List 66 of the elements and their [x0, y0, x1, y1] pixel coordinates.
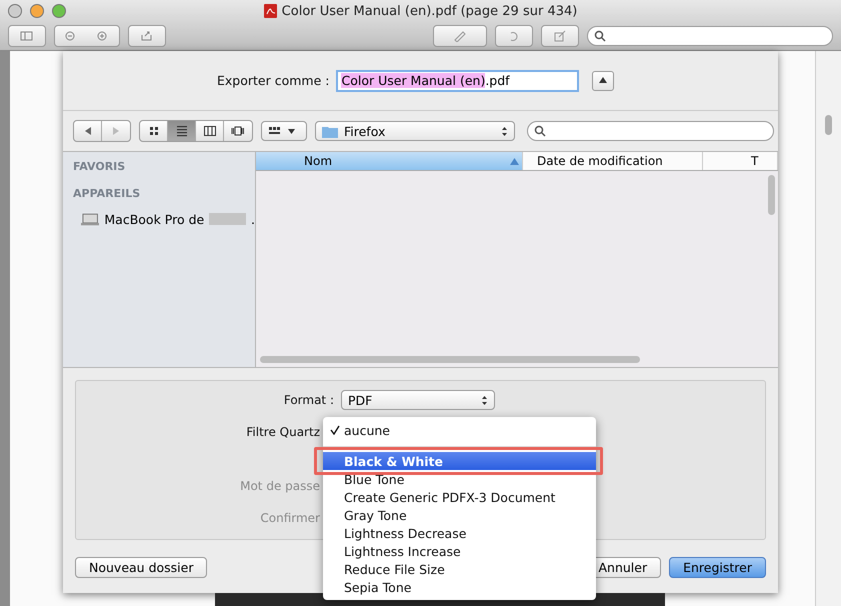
disclosure-button[interactable]	[592, 70, 614, 90]
quartz-filter-label: Filtre Quartz	[246, 424, 320, 441]
pen-icon	[453, 30, 467, 42]
sidebar-item[interactable]: MacBook Pro de	[104, 212, 204, 226]
dialog-button[interactable]: Enregistrer	[669, 557, 766, 578]
close-button[interactable]	[8, 4, 22, 18]
menu-item[interactable]: Sepia Tone	[323, 578, 596, 596]
checkmark-icon	[330, 425, 340, 435]
password-label: Mot de passe	[240, 478, 320, 495]
forward-icon	[111, 126, 121, 136]
search-field[interactable]	[527, 121, 774, 141]
view-mode-control[interactable]	[139, 120, 253, 142]
column-header[interactable]: Nom	[256, 152, 523, 170]
menu-item[interactable]: Create Generic PDFX-3 Document	[323, 488, 596, 506]
dialog-button[interactable]: Nouveau dossier	[75, 557, 208, 578]
rotate-button[interactable]	[495, 25, 533, 47]
sidebar-toggle-button[interactable]	[8, 25, 46, 47]
columns-icon	[202, 125, 216, 137]
caret-icon	[288, 128, 295, 134]
menu-item[interactable]: Lightness Increase	[323, 542, 596, 560]
sidebar-heading: FAVORIS	[73, 160, 126, 175]
scrollbar-thumb[interactable]	[260, 356, 640, 363]
search-icon	[534, 125, 546, 137]
annotate-button[interactable]	[433, 25, 487, 47]
format-label: Format :	[284, 392, 334, 409]
export-label: Exporter comme :	[217, 73, 330, 88]
format-popup[interactable]: PDF	[341, 390, 495, 410]
pdf-file-icon	[264, 4, 277, 18]
share-button[interactable]	[128, 25, 166, 47]
redacted-block	[209, 213, 246, 225]
sidebar-icon	[20, 30, 34, 42]
edit-icon	[553, 30, 567, 42]
menu-item[interactable]: Black & White	[323, 452, 596, 470]
folder-icon	[322, 124, 338, 138]
window-title: Color User Manual (en).pdf (page 29 sur 434)	[282, 4, 578, 18]
edit-button[interactable]	[541, 25, 579, 47]
column-header[interactable]: T	[703, 152, 778, 170]
zoom-controls[interactable]	[54, 25, 120, 47]
scrollbar-thumb[interactable]	[768, 175, 774, 215]
share-icon	[140, 30, 154, 42]
back-icon	[82, 126, 92, 136]
menu-item[interactable]: Gray Tone	[323, 506, 596, 524]
search-field[interactable]	[587, 26, 833, 46]
column-header[interactable]: Date de modification	[523, 152, 703, 170]
menu-item[interactable]: Lightness Decrease	[323, 524, 596, 542]
sidebar-heading: APPAREILS	[73, 187, 142, 202]
list-icon	[174, 125, 188, 137]
location-popup[interactable]: Firefox	[315, 121, 515, 141]
back-forward-buttons[interactable]	[73, 120, 131, 142]
zoom-button[interactable]	[52, 4, 66, 18]
search-icon	[594, 30, 606, 42]
sidebar-item-suffix: .	[251, 212, 255, 226]
minimize-button[interactable]	[30, 4, 44, 18]
stepper-arrows-icon	[481, 394, 488, 406]
sort-arrow-icon	[510, 158, 519, 164]
filename-field[interactable]: Color User Manual (en).pdf	[336, 70, 580, 92]
confirm-label: Confirmer	[260, 510, 320, 527]
menu-item[interactable]: aucune	[323, 421, 596, 439]
up-triangle-icon	[599, 77, 608, 83]
laptop-icon	[81, 212, 100, 226]
cover-flow-icon	[231, 125, 245, 137]
stepper-arrows-icon	[501, 126, 508, 136]
arrange-button[interactable]	[261, 121, 307, 141]
view-mode-button[interactable]	[168, 121, 196, 141]
scrollbar-thumb[interactable]	[825, 115, 832, 135]
arrange-icon	[268, 125, 282, 137]
